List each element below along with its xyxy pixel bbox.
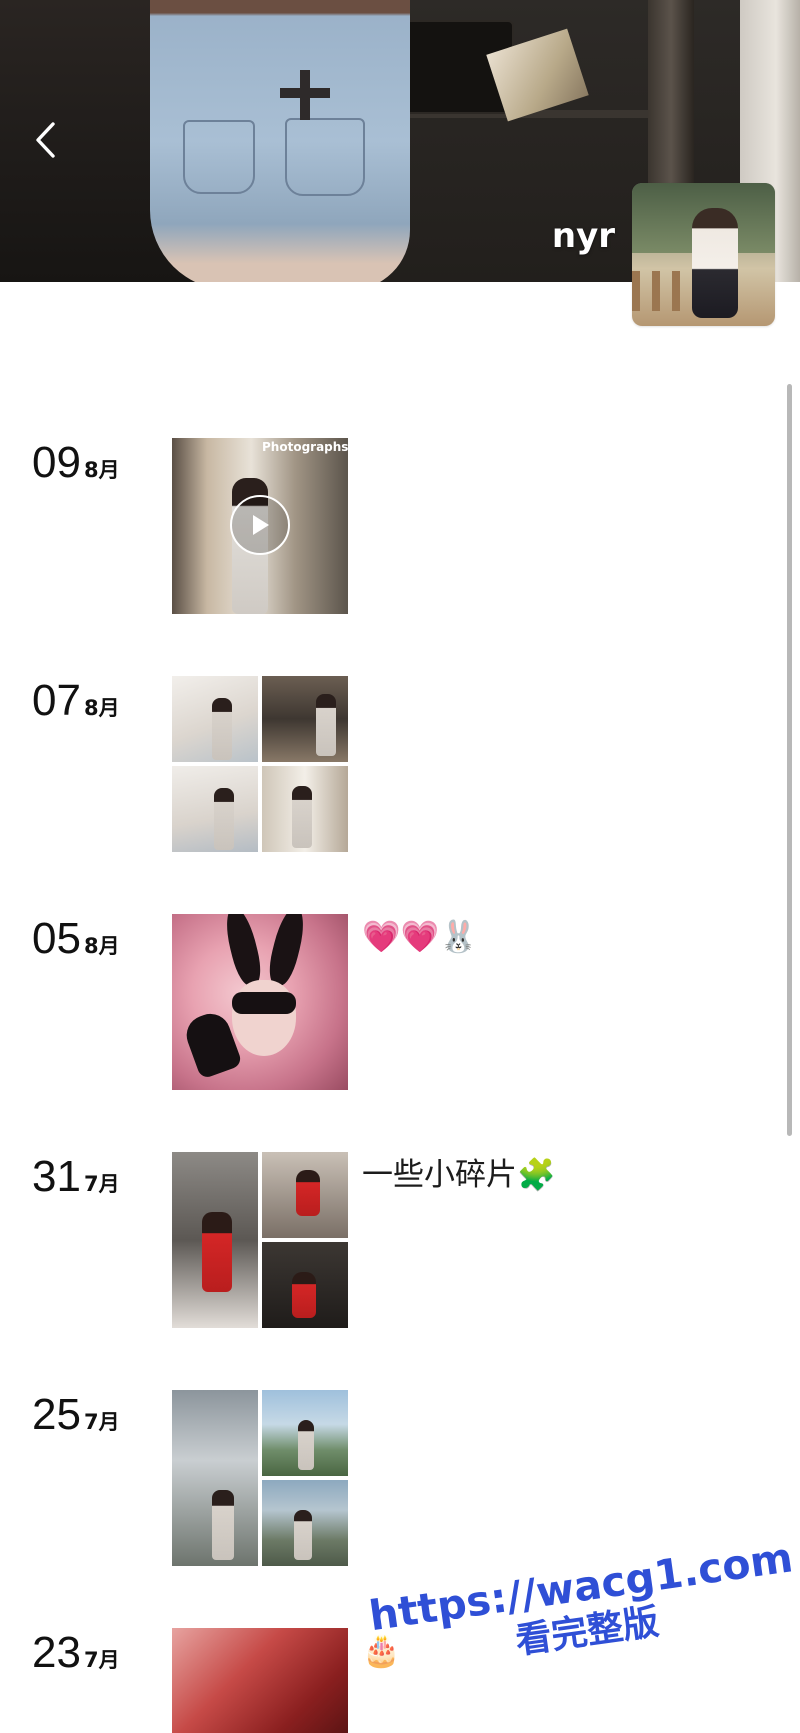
grid-image[interactable] — [262, 1480, 348, 1566]
post-month: 7月 — [83, 1172, 120, 1196]
post-image-grid[interactable] — [172, 1152, 348, 1328]
grid-image[interactable] — [172, 1152, 258, 1328]
post-caption: 🎂 — [362, 1633, 401, 1669]
grid-image[interactable] — [262, 1242, 348, 1328]
grid-image[interactable] — [262, 1390, 348, 1476]
post-image-grid[interactable] — [172, 676, 348, 852]
post-day: 07 — [32, 676, 81, 725]
grid-image[interactable] — [172, 676, 258, 762]
grid-image[interactable] — [262, 1152, 348, 1238]
watermark-url: https://wacg1.com — [366, 1533, 796, 1641]
cover-cross-patch — [280, 70, 330, 120]
post-video-thumbnail[interactable]: Photographs — [172, 438, 348, 614]
post-date: 07 8月 — [32, 676, 120, 726]
thumbnail-overlay-text: Photographs — [262, 440, 348, 454]
post-month: 8月 — [83, 696, 120, 720]
watermark-text: 看完整版 — [513, 1601, 662, 1663]
post-month: 7月 — [83, 1410, 120, 1434]
avatar[interactable] — [632, 183, 775, 326]
post-image-grid[interactable] — [172, 1390, 348, 1566]
avatar-fence — [632, 271, 692, 311]
post-month: 8月 — [83, 458, 120, 482]
play-icon — [253, 515, 269, 535]
post-day: 23 — [32, 1628, 81, 1677]
post-date: 05 8月 — [32, 914, 120, 964]
post-date: 25 7月 — [32, 1390, 120, 1440]
post-day: 31 — [32, 1152, 81, 1201]
chevron-left-icon — [36, 122, 55, 158]
grid-image[interactable] — [172, 766, 258, 852]
profile-name: nyr — [551, 216, 615, 256]
post-month: 7月 — [83, 1648, 120, 1672]
post-day: 25 — [32, 1390, 81, 1439]
post-caption: 💗💗🐰 — [362, 919, 478, 955]
post-image[interactable] — [172, 1628, 348, 1733]
post-day: 05 — [32, 914, 81, 963]
post-date: 09 8月 — [32, 438, 120, 488]
bunny-mask — [232, 992, 296, 1014]
grid-image[interactable] — [262, 766, 348, 852]
grid-image[interactable] — [262, 676, 348, 762]
watermark: https://wacg1.com 看完整版 — [350, 1532, 800, 1685]
back-button[interactable] — [25, 115, 65, 165]
post-image[interactable] — [172, 914, 348, 1090]
cover-pocket-right — [285, 118, 365, 196]
post-date: 31 7月 — [32, 1152, 120, 1202]
scrollbar[interactable] — [787, 384, 792, 1136]
post-date: 23 7月 — [32, 1628, 120, 1678]
post-day: 09 — [32, 438, 81, 487]
cover-pocket-left — [183, 120, 255, 194]
post-caption: 一些小碎片🧩 — [362, 1157, 556, 1193]
avatar-person — [692, 208, 738, 318]
post-month: 8月 — [83, 934, 120, 958]
play-button[interactable] — [230, 495, 290, 555]
bunny-ear-left — [220, 914, 266, 988]
grid-image[interactable] — [172, 1390, 258, 1566]
bunny-ear-right — [264, 914, 310, 988]
